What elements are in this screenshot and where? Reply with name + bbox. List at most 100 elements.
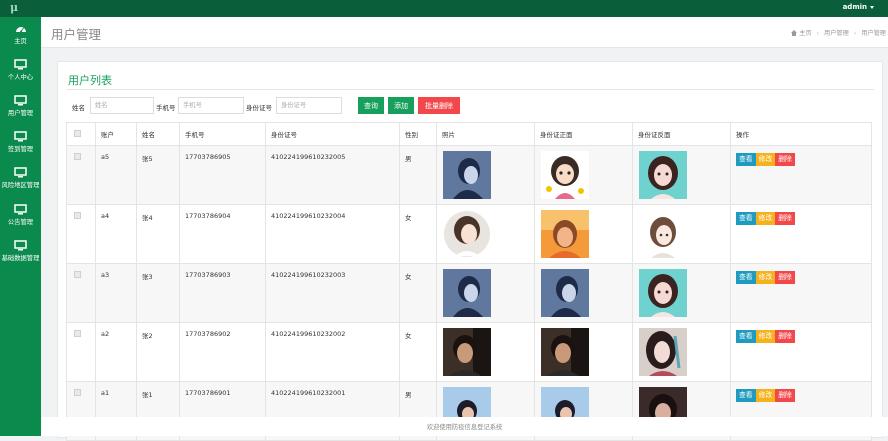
- row-checkbox[interactable]: [74, 330, 81, 337]
- query-button[interactable]: 查询: [358, 97, 384, 114]
- sidebar-item-profile[interactable]: 个人中心: [0, 59, 41, 81]
- view-button[interactable]: 查看: [736, 153, 756, 166]
- view-button[interactable]: 查看: [736, 389, 756, 402]
- delete-button[interactable]: 删除: [775, 330, 795, 343]
- delete-button[interactable]: 删除: [775, 153, 795, 166]
- row-checkbox[interactable]: [74, 389, 81, 396]
- page-title: 用户管理: [51, 27, 102, 42]
- table-header-row: 账户 姓名 手机号 身份证号 性别 照片 身份证正面 身份证反面 操作: [66, 122, 872, 146]
- sidebar-item-label: 签到管理: [7, 146, 34, 153]
- idcard-cell: 410224199610232002: [265, 322, 400, 382]
- monitor-icon: [14, 167, 27, 178]
- name-input[interactable]: [90, 97, 154, 114]
- sidebar: 主页 个人中心 用户管理 签到管理 风险地区管理 公告管理 基础数据管理: [0, 17, 41, 436]
- monitor-icon: [14, 240, 27, 251]
- name-cell: 张5: [136, 145, 180, 205]
- sidebar-item-notices[interactable]: 公告管理: [0, 204, 41, 226]
- card-title: 用户列表: [68, 74, 112, 87]
- app-logo: μ: [10, 1, 19, 14]
- gender-cell: 女: [399, 322, 437, 382]
- sidebar-item-label: 基础数据管理: [1, 255, 40, 262]
- idcard-front-cell: [534, 322, 633, 382]
- breadcrumb-home[interactable]: 主页: [799, 30, 811, 37]
- idcard-front-thumbnail[interactable]: [541, 269, 589, 317]
- gender-cell: 女: [399, 263, 437, 323]
- select-all-checkbox[interactable]: [74, 129, 81, 137]
- page-header: 用户管理 主页 › 用户管理 › 用户管理: [41, 17, 888, 48]
- row-select-cell: [66, 322, 96, 382]
- photo-cell: [436, 204, 535, 264]
- idcard-front-thumbnail[interactable]: [541, 151, 589, 199]
- actions-cell: 查看 修改 删除: [730, 263, 872, 323]
- actions-cell: 查看 修改 删除: [730, 204, 872, 264]
- edit-button[interactable]: 修改: [755, 330, 776, 343]
- name-cell: 张4: [136, 204, 180, 264]
- idcard-back-thumbnail[interactable]: [639, 210, 687, 258]
- idcard-cell: 410224199610232003: [265, 263, 400, 323]
- idcard-input[interactable]: [276, 97, 342, 114]
- table-row: a5 张5 17703786905 410224199610232005 男 查…: [66, 145, 872, 205]
- add-button[interactable]: 添加: [388, 97, 414, 114]
- idcard-front-cell: [534, 263, 633, 323]
- delete-button[interactable]: 删除: [775, 271, 795, 284]
- phone-input[interactable]: [178, 97, 244, 114]
- photo-thumbnail[interactable]: [443, 328, 491, 376]
- gender-cell: 女: [399, 204, 437, 264]
- idcard-cell: 410224199610232005: [265, 145, 400, 205]
- idcard-front-thumbnail[interactable]: [541, 210, 589, 258]
- monitor-icon: [14, 131, 27, 142]
- edit-button[interactable]: 修改: [755, 389, 776, 402]
- photo-thumbnail[interactable]: [443, 269, 491, 317]
- column-header: 姓名: [136, 122, 180, 146]
- batch-delete-button[interactable]: 批量删除: [418, 97, 460, 114]
- view-button[interactable]: 查看: [736, 330, 756, 343]
- column-header: 操作: [730, 122, 872, 146]
- username: admin: [842, 3, 867, 11]
- column-header: 身份证正面: [534, 122, 633, 146]
- breadcrumb-separator: ›: [853, 30, 857, 37]
- sidebar-item-label: 风险地区管理: [1, 182, 40, 189]
- column-header: 手机号: [179, 122, 266, 146]
- sidebar-item-risk-areas[interactable]: 风险地区管理: [0, 167, 41, 189]
- select-all-cell: [66, 122, 96, 146]
- sidebar-item-label: 公告管理: [7, 219, 34, 226]
- edit-button[interactable]: 修改: [755, 153, 776, 166]
- account-cell: a5: [95, 145, 137, 205]
- name-cell: 张3: [136, 263, 180, 323]
- idcard-front-thumbnail[interactable]: [541, 328, 589, 376]
- user-list-card: 用户列表 姓名 手机号 身份证号 查询 添加 批量删除 账户 姓名 手机号 身份…: [57, 61, 883, 441]
- divider: [66, 89, 874, 90]
- sidebar-item-home[interactable]: 主页: [0, 23, 41, 45]
- actions-cell: 查看 修改 删除: [730, 145, 872, 205]
- breadcrumb-item[interactable]: 用户管理: [824, 30, 849, 37]
- monitor-icon: [14, 204, 27, 215]
- sidebar-item-checkin[interactable]: 签到管理: [0, 131, 41, 153]
- table-row: a3 张3 17703786903 410224199610232003 女 查…: [66, 263, 872, 323]
- sidebar-item-users[interactable]: 用户管理: [0, 95, 41, 117]
- photo-thumbnail[interactable]: [443, 210, 491, 258]
- sidebar-item-base-data[interactable]: 基础数据管理: [0, 240, 41, 262]
- user-menu[interactable]: admin: [843, 3, 874, 11]
- phone-cell: 17703786905: [179, 145, 266, 205]
- phone-cell: 17703786904: [179, 204, 266, 264]
- phone-cell: 17703786903: [179, 263, 266, 323]
- row-checkbox[interactable]: [74, 153, 81, 160]
- delete-button[interactable]: 删除: [775, 212, 795, 225]
- home-icon: [791, 30, 798, 36]
- idcard-cell: 410224199610232004: [265, 204, 400, 264]
- row-checkbox[interactable]: [74, 271, 81, 278]
- delete-button[interactable]: 删除: [775, 389, 795, 402]
- photo-cell: [436, 322, 535, 382]
- row-checkbox[interactable]: [74, 212, 81, 219]
- edit-button[interactable]: 修改: [755, 271, 776, 284]
- idcard-back-thumbnail[interactable]: [639, 269, 687, 317]
- monitor-icon: [14, 59, 27, 70]
- idcard-back-thumbnail[interactable]: [639, 328, 687, 376]
- photo-thumbnail[interactable]: [443, 151, 491, 199]
- column-header: 账户: [95, 122, 137, 146]
- idcard-back-thumbnail[interactable]: [639, 151, 687, 199]
- actions-cell: 查看 修改 删除: [730, 322, 872, 382]
- view-button[interactable]: 查看: [736, 271, 756, 284]
- edit-button[interactable]: 修改: [755, 212, 776, 225]
- view-button[interactable]: 查看: [736, 212, 756, 225]
